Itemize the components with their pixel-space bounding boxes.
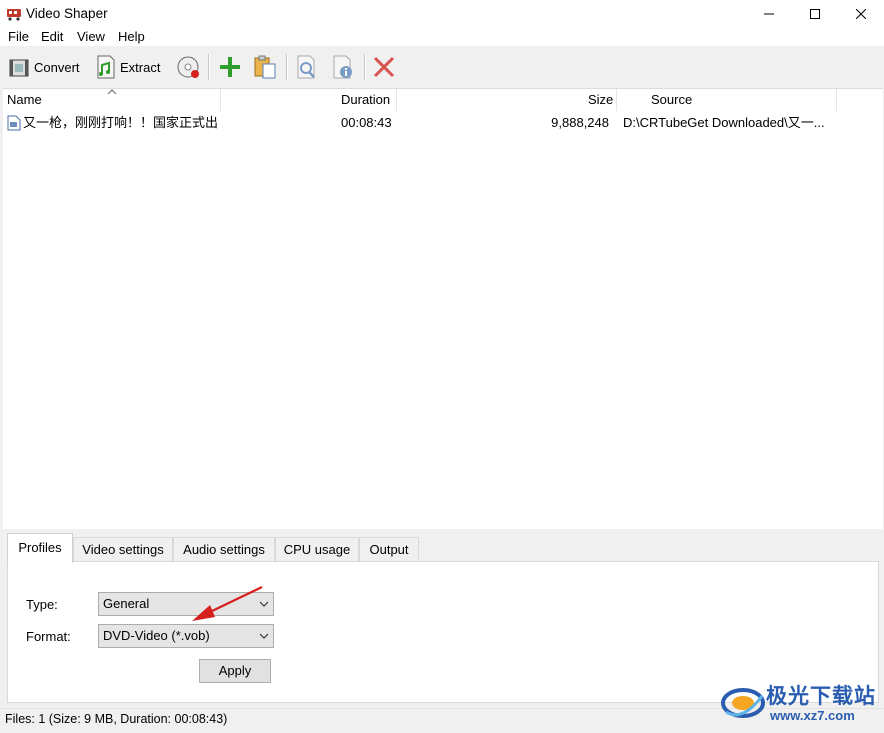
chevron-down-icon [259, 633, 269, 639]
column-header-duration[interactable]: Duration [341, 89, 390, 111]
file-info-button[interactable] [330, 52, 356, 82]
minimize-button[interactable] [746, 0, 792, 28]
maximize-icon [810, 9, 820, 19]
extract-label: Extract [120, 59, 161, 75]
type-label: Type: [26, 597, 58, 612]
toolbar-separator [208, 54, 210, 80]
music-file-icon [97, 55, 115, 79]
disc-record-icon [177, 56, 199, 78]
chevron-down-icon [259, 601, 269, 607]
column-header-source[interactable]: Source [651, 89, 692, 111]
list-header: Name Duration Size Source [3, 89, 883, 111]
clipboard-icon [254, 55, 276, 79]
menu-view[interactable]: View [77, 29, 105, 44]
watermark-logo: 极光下载站 www.xz7.com [720, 676, 884, 732]
video-file-icon [7, 115, 21, 131]
plus-icon [220, 57, 240, 77]
column-divider[interactable] [220, 89, 221, 111]
table-row[interactable]: 又一枪，刚刚打响！！国家正式出... 00:08:43 9,888,248 D:… [3, 113, 883, 133]
watermark-url: www.xz7.com [770, 708, 855, 723]
menu-help[interactable]: Help [118, 29, 145, 44]
row-source: D:\CRTubeGet Downloaded\又一... [623, 115, 825, 130]
tab-profiles[interactable]: Profiles [7, 533, 73, 563]
file-list[interactable]: Name Duration Size Source 又一枪，刚刚打响！！国家正式… [3, 88, 883, 529]
preview-button[interactable] [294, 52, 320, 82]
format-select-value: DVD-Video (*.vob) [103, 628, 210, 643]
burn-disc-button[interactable] [176, 52, 202, 82]
film-icon [9, 59, 29, 77]
title-bar: Video Shaper [0, 0, 884, 28]
watermark-title: 极光下载站 [766, 684, 876, 708]
toolbar-separator [286, 54, 288, 80]
status-text: Files: 1 (Size: 9 MB, Duration: 00:08:43… [5, 712, 228, 726]
menu-bar: File Edit View Help [0, 28, 884, 46]
tab-cpu-usage[interactable]: CPU usage [275, 537, 359, 561]
convert-label: Convert [34, 59, 80, 75]
minimize-icon [764, 13, 774, 15]
add-file-button[interactable] [218, 52, 242, 82]
maximize-button[interactable] [792, 0, 838, 28]
column-header-name[interactable]: Name [7, 89, 42, 111]
menu-file[interactable]: File [8, 29, 29, 44]
delete-x-icon [373, 56, 395, 78]
column-divider[interactable] [836, 89, 837, 111]
delete-button[interactable] [372, 52, 396, 82]
column-divider[interactable] [616, 89, 617, 111]
convert-button[interactable]: Convert [8, 52, 80, 82]
app-icon [7, 9, 21, 21]
close-icon [856, 9, 866, 19]
paste-button[interactable] [252, 52, 278, 82]
row-name: 又一枪，刚刚打响！！国家正式出... [23, 115, 219, 130]
info-file-icon [333, 55, 352, 79]
tab-output[interactable]: Output [359, 537, 419, 561]
type-select[interactable]: General [98, 592, 274, 616]
type-select-value: General [103, 596, 150, 611]
extract-button[interactable]: Extract [92, 52, 160, 82]
row-duration: 00:08:43 [341, 115, 392, 130]
menu-edit[interactable]: Edit [41, 29, 63, 44]
magnify-file-icon [297, 55, 315, 79]
format-label: Format: [26, 629, 71, 644]
sort-ascending-icon [107, 89, 117, 95]
format-select[interactable]: DVD-Video (*.vob) [98, 624, 274, 648]
window-title: Video Shaper [26, 6, 108, 21]
close-button[interactable] [838, 0, 884, 28]
apply-button[interactable]: Apply [199, 659, 271, 683]
row-size: 9,888,248 [551, 115, 609, 130]
aurora-logo-icon [721, 688, 765, 718]
column-header-size[interactable]: Size [588, 89, 613, 111]
toolbar-separator [364, 54, 366, 80]
column-divider[interactable] [396, 89, 397, 111]
toolbar: Convert Extract [0, 46, 884, 88]
tab-video-settings[interactable]: Video settings [73, 537, 173, 561]
tab-audio-settings[interactable]: Audio settings [173, 537, 275, 561]
